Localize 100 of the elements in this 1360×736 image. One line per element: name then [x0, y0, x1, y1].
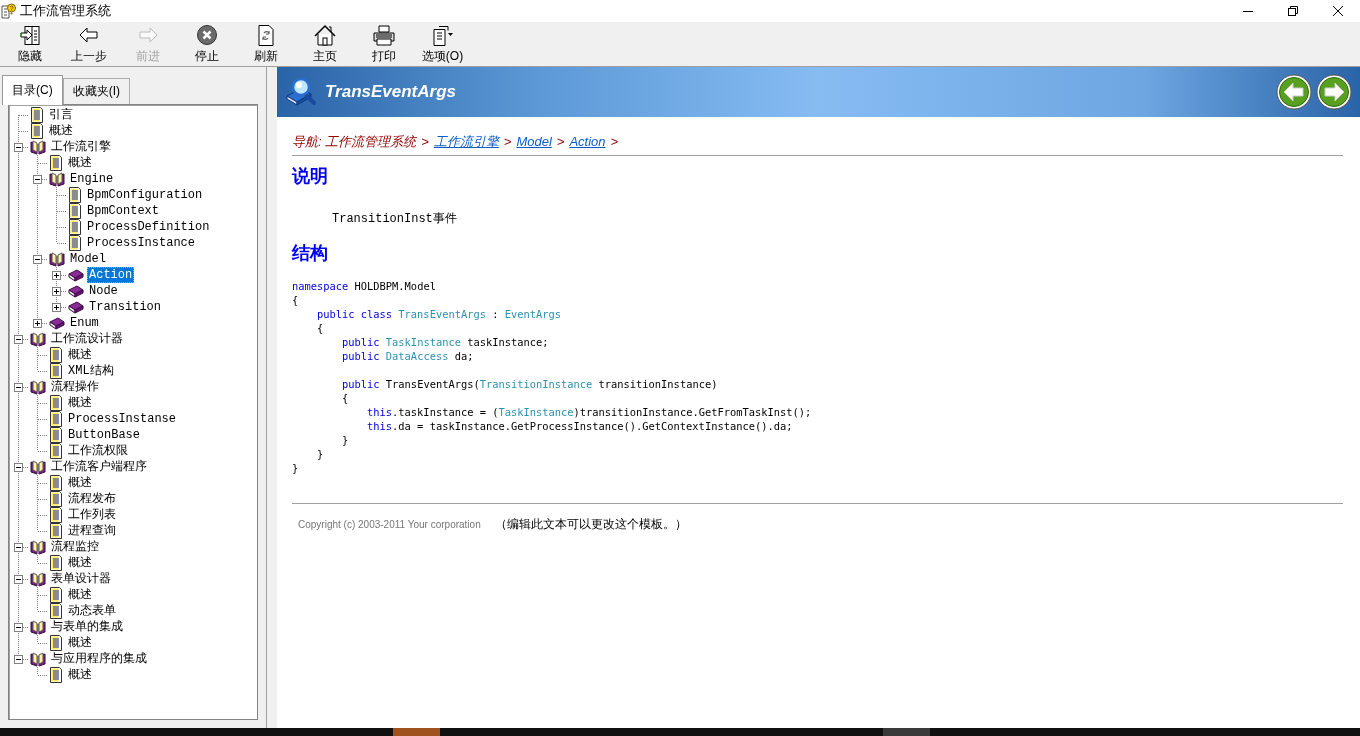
tree-item[interactable]: BpmConfiguration [85, 187, 205, 203]
collapse-icon[interactable] [33, 254, 42, 264]
tree-item[interactable]: 工作流客户端程序 [49, 459, 149, 475]
stop-icon [194, 24, 219, 48]
panel-icon [17, 24, 42, 48]
collapse-icon[interactable] [14, 334, 23, 344]
expand-icon[interactable] [33, 318, 42, 328]
page-icon [30, 123, 44, 139]
toolbar-button[interactable]: 刷新 [236, 22, 295, 66]
tree-item[interactable]: 流程操作 [49, 379, 101, 395]
tree-item[interactable]: 工作列表 [66, 507, 118, 523]
open-book-icon [30, 331, 46, 347]
collapse-icon[interactable] [14, 382, 23, 392]
tree-item[interactable]: 流程监控 [49, 539, 101, 555]
tree-item[interactable]: 概述 [66, 475, 94, 491]
tree-item[interactable]: 概述 [47, 123, 75, 139]
restore-icon[interactable] [1288, 6, 1298, 16]
page-icon [49, 395, 63, 411]
tree-item[interactable]: 与应用程序的集成 [49, 651, 149, 667]
breadcrumb-separator: > [421, 134, 429, 149]
collapse-icon[interactable] [14, 462, 23, 472]
tree-item[interactable]: 动态表单 [66, 603, 118, 619]
collapse-icon[interactable] [33, 174, 42, 184]
tree-item[interactable]: 概述 [66, 347, 94, 363]
breadcrumb-link[interactable]: Action [569, 134, 606, 149]
tree-item[interactable]: Node [87, 283, 120, 299]
tree-item[interactable]: 进程查询 [66, 523, 118, 539]
closed-book-icon [68, 299, 84, 315]
expand-icon[interactable] [52, 270, 61, 280]
section-heading: 结构 [292, 241, 329, 265]
toolbar-button[interactable]: 上一步 [59, 22, 118, 66]
tree-item[interactable]: 概述 [66, 635, 94, 651]
tree-item[interactable]: 概述 [66, 395, 94, 411]
collapse-icon[interactable] [14, 142, 23, 152]
tree-item[interactable]: Engine [68, 171, 116, 187]
tree-item[interactable]: XML结构 [66, 363, 116, 379]
code-line: { [292, 293, 300, 307]
code-line: { [341, 391, 350, 405]
page-icon [49, 155, 63, 171]
code-line: public DataAccess da; [341, 349, 475, 363]
tree-item[interactable]: 工作流引擎 [49, 139, 113, 155]
tab[interactable]: 收藏夹(I) [62, 78, 130, 104]
tree-item[interactable]: 工作流设计器 [49, 331, 125, 347]
collapse-icon[interactable] [14, 542, 23, 552]
topic-title: TransEventArgs [325, 82, 457, 102]
tree-item[interactable]: 概述 [66, 667, 94, 683]
page-icon [49, 363, 63, 379]
expand-icon[interactable] [52, 286, 61, 296]
page-icon [49, 427, 63, 443]
tree-item[interactable]: Action [87, 267, 135, 283]
tree-item[interactable]: ProcessInstance [85, 235, 198, 251]
tree-item[interactable]: 与表单的集成 [49, 619, 125, 635]
page-icon [49, 635, 63, 651]
tree-item[interactable]: BpmContext [85, 203, 161, 219]
toolbar-button[interactable]: 打印 [354, 22, 413, 66]
collapse-icon[interactable] [14, 654, 23, 664]
forward-arrow-icon[interactable] [1316, 74, 1352, 110]
page-icon [49, 603, 63, 619]
toolbar-button[interactable]: 停止 [177, 22, 236, 66]
code-line: public TransEventArgs(TransitionInstance transitionInstance) [341, 377, 719, 391]
tree-item[interactable]: 流程发布 [66, 491, 118, 507]
page-icon [68, 235, 82, 251]
code-line: this.da = taskInstance.GetProcessInstance().GetContextInstance().da; [366, 419, 794, 433]
tab[interactable]: 目录(C) [2, 75, 63, 105]
code-line: { [316, 321, 325, 335]
tree-item[interactable]: 概述 [66, 587, 94, 603]
code-line: } [341, 433, 350, 447]
tree-item[interactable]: 引言 [47, 107, 75, 123]
template-note: （编辑此文本可以更改这个模板。） [494, 516, 687, 533]
open-book-icon [49, 251, 65, 267]
breadcrumb-link[interactable]: 工作流引擎 [433, 133, 499, 151]
toolbar-button[interactable]: 隐藏 [0, 22, 59, 66]
tree-item[interactable]: Enum [68, 315, 101, 331]
back-arrow-icon[interactable] [1276, 74, 1312, 110]
window-title: 工作流管理系统 [20, 2, 111, 20]
tree-item[interactable]: 工作流权限 [66, 443, 130, 459]
breadcrumb-separator: > [610, 134, 619, 149]
tree-item[interactable]: ProcessDefinition [85, 219, 212, 235]
breadcrumb-link[interactable]: Model [516, 134, 552, 149]
printer-icon [371, 24, 396, 48]
breadcrumb-label: 导航: 工作流管理系统 [292, 133, 417, 151]
code-line: this.taskInstance = (TaskInstance)transitionInstance.GetFromTaskInst(); [366, 405, 813, 419]
breadcrumb-separator: > [556, 134, 565, 149]
toolbar-button[interactable]: 选项(O) [413, 22, 472, 66]
tree-item[interactable]: Model [68, 251, 108, 267]
section-heading: 说明 [292, 164, 329, 188]
code-line: } [316, 447, 325, 461]
collapse-icon[interactable] [14, 622, 23, 632]
tree-item[interactable]: 概述 [66, 155, 94, 171]
tree-item[interactable]: 表单设计器 [49, 571, 113, 587]
toolbar-button[interactable]: 主页 [295, 22, 354, 66]
tree-item[interactable]: Transition [87, 299, 163, 315]
page-icon [30, 107, 44, 123]
expand-icon[interactable] [52, 302, 61, 312]
tree-item[interactable]: 概述 [66, 555, 94, 571]
collapse-icon[interactable] [14, 574, 23, 584]
tree-item[interactable]: ProcessInstanse [66, 411, 179, 427]
document-caret-icon [430, 24, 455, 48]
tree-item[interactable]: ButtonBase [66, 427, 142, 443]
close-icon[interactable] [1333, 6, 1343, 16]
